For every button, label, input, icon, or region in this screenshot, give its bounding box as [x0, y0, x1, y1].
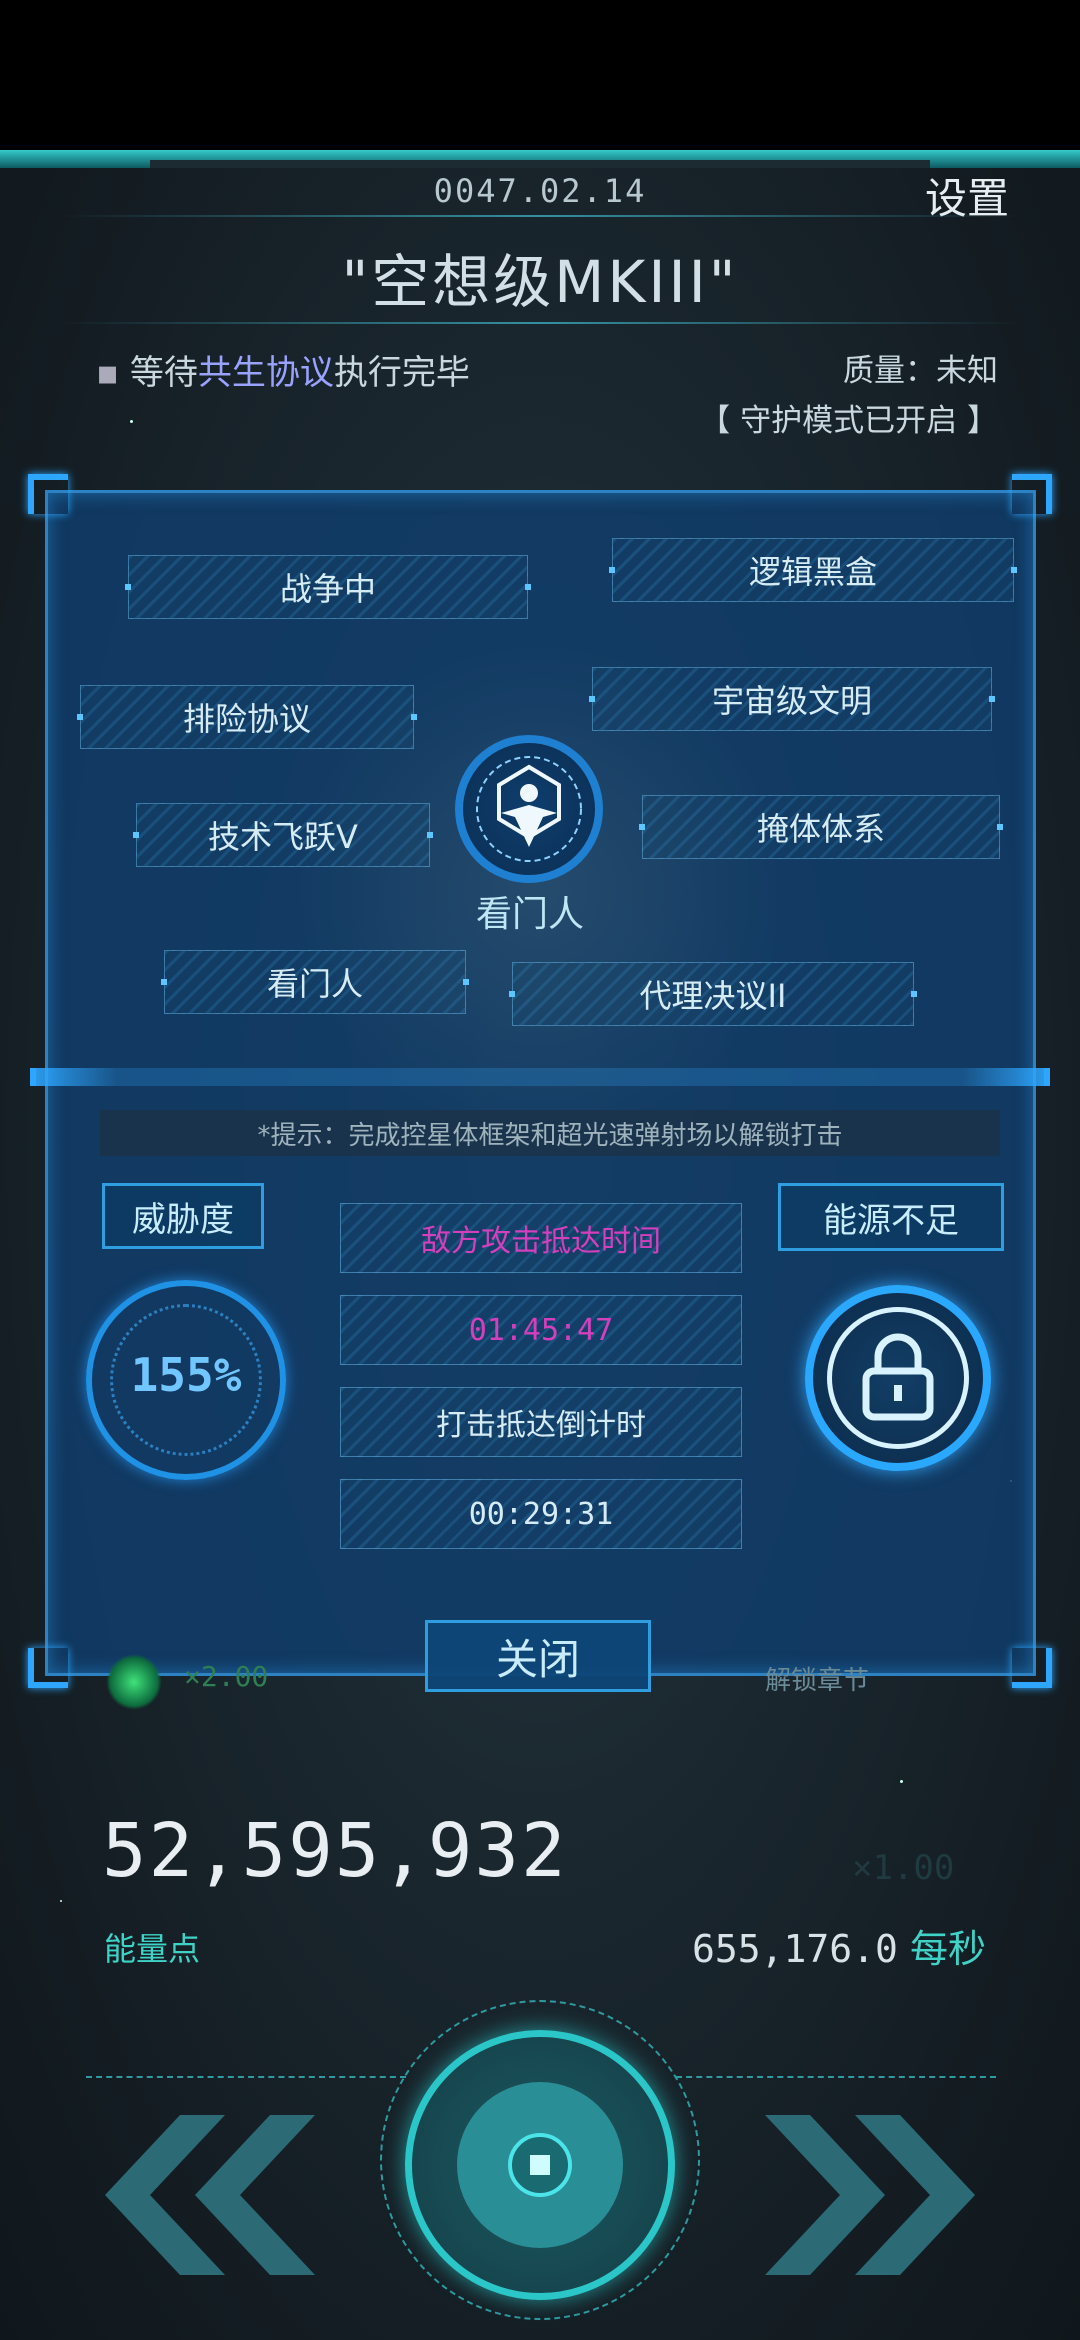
boost-multiplier: ×2.00 [184, 1660, 269, 1693]
core-button[interactable] [405, 2030, 675, 2300]
guard-mode-label: 【 守护模式已开启 】 [699, 403, 998, 439]
bottom-guide-line-right [676, 2076, 996, 2078]
energy-rate-unit: 每秒 [909, 1927, 986, 1971]
panel-corner [28, 1648, 68, 1688]
waiting-prefix: 等待 [129, 353, 198, 393]
title-divider [60, 322, 1020, 324]
close-button[interactable]: 关闭 [425, 1620, 651, 1692]
panel-corner [1012, 474, 1052, 514]
core-center [508, 2133, 572, 2197]
bullet-icon: ▪ [96, 353, 130, 393]
unlock-chapter-label[interactable]: 解锁章节 [765, 1660, 869, 1697]
threat-value: 155% [130, 1348, 242, 1402]
energy-points-value: 52,595,932 [102, 1808, 568, 1894]
date-display: 0047.02.14 [433, 172, 647, 210]
quality-label: 质量：未知 [843, 353, 998, 389]
next-arrow-icon[interactable] [760, 2115, 980, 2275]
threat-label: 威胁度 [102, 1183, 264, 1249]
header-divider [60, 215, 1020, 217]
panel-corner [1012, 1648, 1052, 1688]
core-dot-icon [530, 2155, 550, 2175]
emblem-label: 看门人 [475, 894, 584, 935]
strike-countdown-label: 打击抵达倒计时 [340, 1387, 742, 1457]
energy-rate-value: 655,176.0 [691, 1927, 898, 1971]
energy-rate: 655,176.0 每秒 [660, 1918, 986, 1973]
top-accent-notch [150, 160, 930, 168]
tag-at-war[interactable]: 战争中 [128, 555, 528, 619]
tag-proxy-resolution[interactable]: 代理决议II [512, 962, 914, 1026]
boost-icon[interactable] [106, 1654, 162, 1710]
enemy-arrival-label: 敌方攻击抵达时间 [340, 1203, 742, 1273]
page-title: "空想级MKIII" [341, 248, 739, 316]
energy-points-label: 能量点 [104, 1930, 201, 1968]
hint-text: *提示：完成控星体框架和超光速弹射场以解锁打击 [100, 1110, 1000, 1156]
waiting-status: ▪ 等待共生协议执行完毕 [96, 345, 470, 394]
star [60, 1900, 62, 1902]
tag-tech-leap[interactable]: 技术飞跃V [136, 803, 430, 867]
tag-cosmic-civilization[interactable]: 宇宙级文明 [592, 667, 992, 731]
threat-gauge: 155% [86, 1280, 286, 1480]
waiting-protocol-name: 共生协议 [197, 353, 334, 393]
waiting-suffix: 执行完毕 [333, 353, 470, 393]
tag-gatekeeper[interactable]: 看门人 [164, 950, 466, 1014]
bottom-guide-line-left [86, 2076, 406, 2078]
strike-countdown-time: 00:29:31 [340, 1479, 742, 1549]
previous-arrow-icon[interactable] [100, 2115, 320, 2275]
energy-status-label: 能源不足 [778, 1183, 1004, 1251]
gatekeeper-emblem-icon [476, 756, 582, 862]
star [900, 1780, 903, 1783]
gatekeeper-emblem[interactable] [455, 735, 603, 883]
rate-multiplier: ×1.00 [852, 1848, 955, 1888]
panel-corner [28, 474, 68, 514]
star [130, 420, 133, 423]
lock-button[interactable] [805, 1285, 991, 1471]
status-bar-area [0, 0, 1080, 150]
tag-risk-protocol[interactable]: 排险协议 [80, 685, 414, 749]
enemy-arrival-time: 01:45:47 [340, 1295, 742, 1365]
lock-icon [862, 1333, 934, 1421]
tag-shelter-system[interactable]: 掩体体系 [642, 795, 1000, 859]
tag-logic-blackbox[interactable]: 逻辑黑盒 [612, 538, 1014, 602]
